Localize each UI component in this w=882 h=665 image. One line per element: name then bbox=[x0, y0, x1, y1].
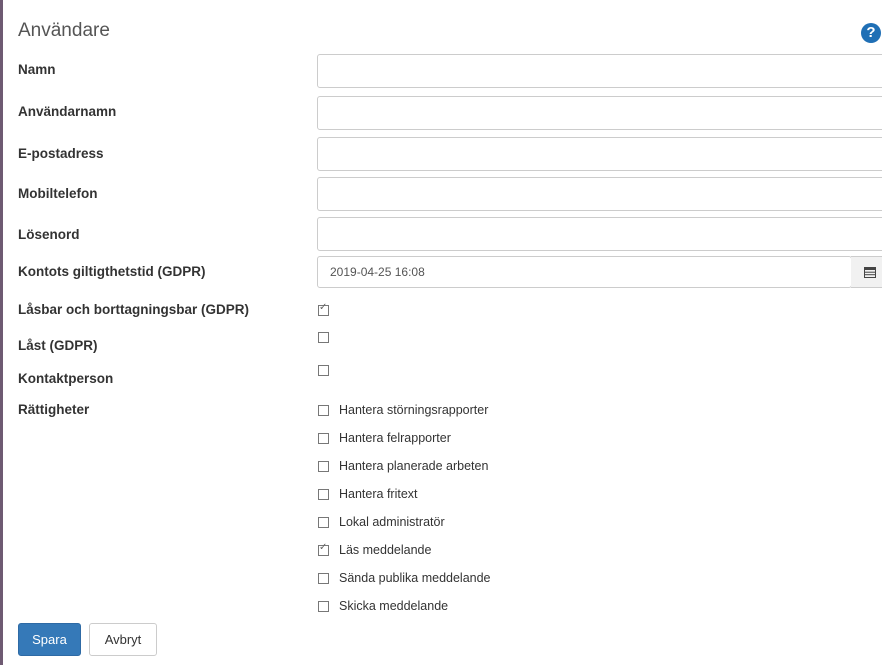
left-accent-bar bbox=[0, 0, 3, 665]
locked-checkbox[interactable] bbox=[318, 332, 329, 343]
mobile-label: Mobiltelefon bbox=[18, 186, 98, 201]
calendar-icon bbox=[864, 267, 876, 278]
expiry-date-input[interactable] bbox=[317, 256, 852, 288]
contact-checkbox[interactable] bbox=[318, 365, 329, 376]
mobile-input[interactable] bbox=[317, 177, 882, 211]
email-input[interactable] bbox=[317, 137, 882, 171]
contact-label: Kontaktperson bbox=[18, 371, 114, 386]
right-label-send-messages: Skicka meddelande bbox=[339, 599, 449, 613]
rights-label: Rättigheter bbox=[18, 402, 90, 417]
right-checkbox-freetext[interactable] bbox=[318, 489, 329, 500]
lockable-checkbox[interactable] bbox=[318, 302, 329, 316]
locked-label: Låst (GDPR) bbox=[18, 338, 98, 353]
password-label: Lösenord bbox=[18, 227, 80, 242]
cancel-button[interactable]: Avbryt bbox=[89, 623, 157, 656]
right-label-local-admin: Lokal administratör bbox=[339, 515, 445, 529]
username-input[interactable] bbox=[317, 96, 882, 130]
name-label: Namn bbox=[18, 62, 56, 77]
right-checkbox-local-admin[interactable] bbox=[318, 517, 329, 528]
right-checkbox-read-messages[interactable] bbox=[318, 542, 329, 556]
username-label: Användarnamn bbox=[18, 104, 117, 119]
right-checkbox-disruptions[interactable] bbox=[318, 405, 329, 416]
right-label-freetext: Hantera fritext bbox=[339, 487, 418, 501]
name-input[interactable] bbox=[317, 54, 882, 88]
right-checkbox-planned[interactable] bbox=[318, 461, 329, 472]
right-checkbox-faults[interactable] bbox=[318, 433, 329, 444]
password-input[interactable] bbox=[317, 217, 882, 251]
lockable-label: Låsbar och borttagningsbar (GDPR) bbox=[18, 302, 250, 317]
right-label-read-messages: Läs meddelande bbox=[339, 543, 432, 557]
right-label-faults: Hantera felrapporter bbox=[339, 431, 451, 445]
right-label-planned: Hantera planerade arbeten bbox=[339, 459, 489, 473]
question-circle-icon[interactable]: ? bbox=[861, 23, 881, 43]
expiry-label: Kontots giltigthetstid (GDPR) bbox=[18, 264, 206, 279]
right-checkbox-send-messages[interactable] bbox=[318, 601, 329, 612]
right-checkbox-public-messages[interactable] bbox=[318, 573, 329, 584]
calendar-button[interactable] bbox=[851, 256, 882, 288]
email-label: E-postadress bbox=[18, 146, 104, 161]
right-label-public-messages: Sända publika meddelande bbox=[339, 571, 491, 585]
right-label-disruptions: Hantera störningsrapporter bbox=[339, 403, 489, 417]
save-button[interactable]: Spara bbox=[18, 623, 81, 656]
page-title: Användare bbox=[18, 20, 110, 41]
